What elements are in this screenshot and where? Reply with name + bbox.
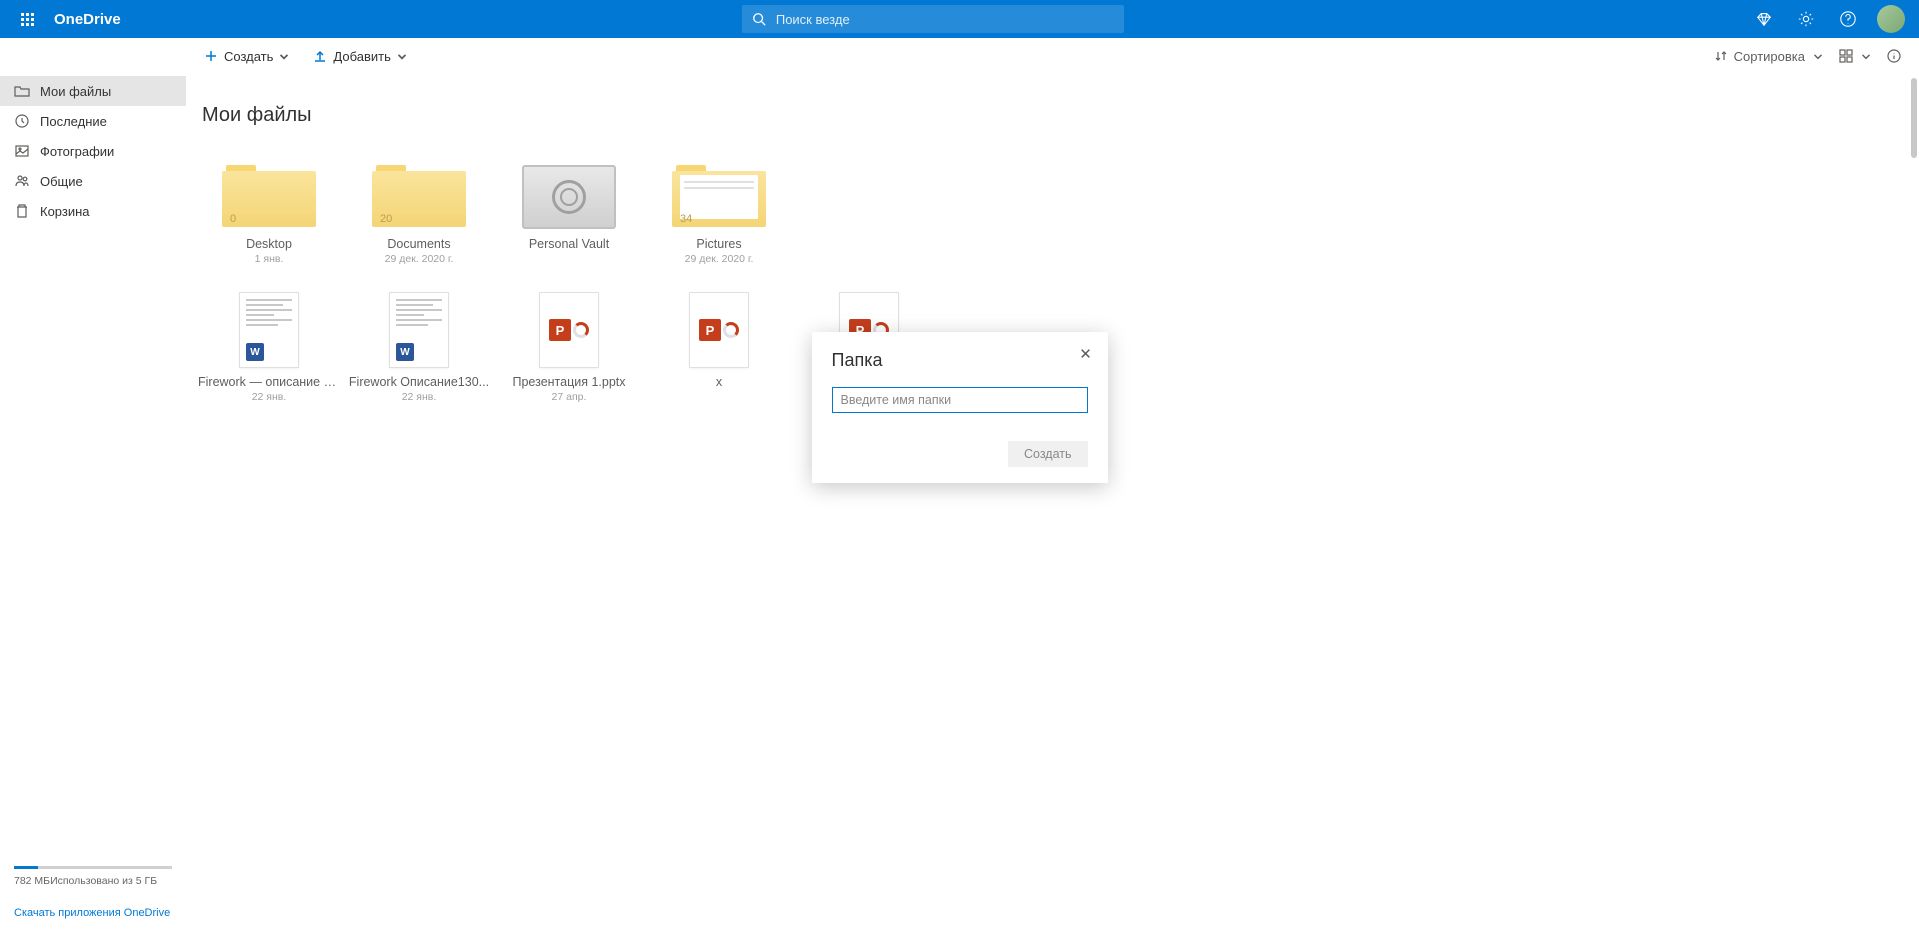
file-name: Documents <box>344 237 494 251</box>
nav-trash[interactable]: Корзина <box>0 196 186 226</box>
upload-button[interactable]: Добавить <box>313 49 414 64</box>
file-item[interactable]: Px <box>644 293 794 403</box>
brand-label[interactable]: OneDrive <box>54 11 121 28</box>
file-name: Firework — описание д... <box>194 375 344 389</box>
nav-photos[interactable]: Фотографии <box>0 136 186 166</box>
file-date: 27 апр. <box>494 391 644 403</box>
help-icon[interactable] <box>1829 0 1867 38</box>
sidebar-footer: 782 МБИспользовано из 5 ГБ Скачать прило… <box>0 852 186 933</box>
folder-icon: 34 <box>672 165 766 229</box>
file-name: x <box>644 375 794 389</box>
file-date: 1 янв. <box>194 253 344 265</box>
chevron-down-icon <box>1859 49 1873 63</box>
file-item[interactable]: W Firework — описание д... 22 янв. <box>194 293 344 403</box>
docx-icon: W <box>240 293 298 367</box>
file-item[interactable]: 34 Pictures 29 дек. 2020 г. <box>644 155 794 265</box>
file-item[interactable]: P Презентация 1.pptx 27 апр. <box>494 293 644 403</box>
docx-icon: W <box>390 293 448 367</box>
sort-label: Сортировка <box>1734 49 1805 64</box>
sidebar: Мои файлы Последние Фотографии Общие Кор… <box>0 38 186 933</box>
app-launcher-icon[interactable] <box>8 0 46 38</box>
nav-label: Общие <box>40 174 83 189</box>
nav-label: Мои файлы <box>40 84 111 99</box>
storage-text: 782 МБИспользовано из 5 ГБ <box>14 875 172 887</box>
grid-view-icon <box>1839 49 1853 63</box>
nav: Мои файлы Последние Фотографии Общие Кор… <box>0 38 186 852</box>
file-name: Personal Vault <box>494 237 644 251</box>
file-item[interactable]: W Firework Описание130... 22 янв. <box>344 293 494 403</box>
file-date: 29 дек. 2020 г. <box>644 253 794 265</box>
info-icon <box>1887 49 1901 63</box>
file-date: 22 янв. <box>344 391 494 403</box>
premium-icon[interactable] <box>1745 0 1783 38</box>
info-button[interactable] <box>1887 49 1901 63</box>
dialog-close-button[interactable]: ✕ <box>1074 342 1098 366</box>
nav-recent[interactable]: Последние <box>0 106 186 136</box>
folder-icon: 20 <box>372 165 466 229</box>
nav-label: Последние <box>40 114 107 129</box>
download-apps-link[interactable]: Скачать приложения OneDrive <box>14 907 172 919</box>
folder-name-input[interactable] <box>832 387 1088 413</box>
file-item[interactable]: 20 Documents 29 дек. 2020 г. <box>344 155 494 265</box>
file-item[interactable]: 0 Desktop 1 янв. <box>194 155 344 265</box>
pptx-icon: P <box>540 293 598 367</box>
page-title: Мои файлы <box>202 104 1919 127</box>
chevron-down-icon <box>1811 49 1825 63</box>
dialog-create-button[interactable]: Создать <box>1008 441 1088 467</box>
storage-bar <box>14 866 172 869</box>
file-name: Desktop <box>194 237 344 251</box>
people-icon <box>14 173 30 189</box>
sort-button[interactable]: Сортировка <box>1714 49 1825 64</box>
image-icon <box>14 143 30 159</box>
header-right <box>1745 0 1911 38</box>
plus-icon <box>204 49 218 63</box>
nav-my-files[interactable]: Мои файлы <box>0 76 186 106</box>
main: Создать Добавить Сортировка <box>186 38 1919 933</box>
file-date: 29 дек. 2020 г. <box>344 253 494 265</box>
scrollbar[interactable] <box>1911 78 1917 158</box>
file-item[interactable]: Personal Vault <box>494 155 644 265</box>
search-input[interactable] <box>776 12 1114 27</box>
folder-icon <box>14 83 30 99</box>
file-name: Презентация 1.pptx <box>494 375 644 389</box>
file-name: Firework Описание130... <box>344 375 494 389</box>
file-name: Pictures <box>644 237 794 251</box>
vault-icon <box>522 165 616 229</box>
upload-icon <box>313 49 327 63</box>
nav-label: Фотографии <box>40 144 114 159</box>
folder-icon: 0 <box>222 165 316 229</box>
toolbar: Создать Добавить Сортировка <box>186 38 1919 74</box>
upload-label: Добавить <box>333 49 390 64</box>
chevron-down-icon <box>277 49 291 63</box>
settings-icon[interactable] <box>1787 0 1825 38</box>
dialog-title: Папка <box>832 350 1088 371</box>
search-box[interactable] <box>742 5 1124 33</box>
new-folder-dialog: ✕ Папка Создать <box>812 332 1108 483</box>
sort-icon <box>1714 49 1728 63</box>
nav-shared[interactable]: Общие <box>0 166 186 196</box>
nav-label: Корзина <box>40 204 90 219</box>
clock-icon <box>14 113 30 129</box>
pptx-icon: P <box>690 293 748 367</box>
search-icon <box>752 12 766 26</box>
header: OneDrive <box>0 0 1919 38</box>
create-button[interactable]: Создать <box>204 49 297 64</box>
user-avatar[interactable] <box>1877 5 1905 33</box>
view-button[interactable] <box>1839 49 1873 63</box>
create-label: Создать <box>224 49 273 64</box>
chevron-down-icon <box>395 49 409 63</box>
file-date: 22 янв. <box>194 391 344 403</box>
trash-icon <box>14 203 30 219</box>
